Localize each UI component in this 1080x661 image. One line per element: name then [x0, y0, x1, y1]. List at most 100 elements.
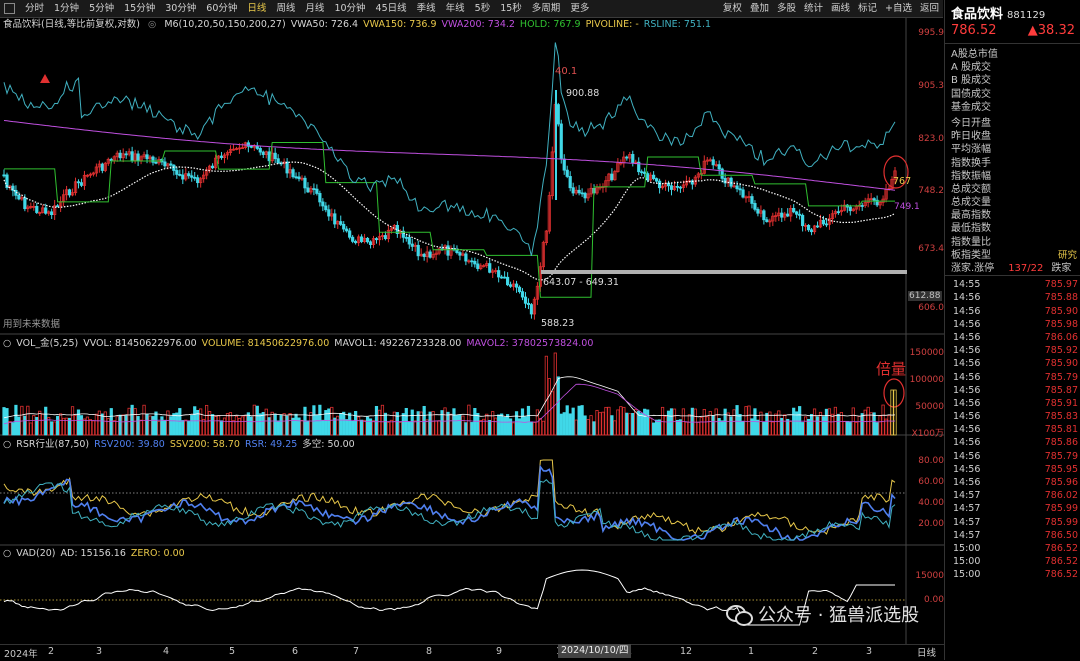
- volume-bar: [389, 419, 393, 436]
- volume-bar: [562, 412, 566, 436]
- volume-bar: [869, 412, 873, 436]
- volume-bar: [100, 413, 104, 436]
- candle-body: [488, 263, 492, 273]
- board-type-value: 研究: [1057, 249, 1077, 261]
- volume-bar: [50, 421, 54, 436]
- quote-field: 总成交额: [951, 183, 991, 195]
- volume-bar: [23, 415, 27, 436]
- candle-body: [464, 253, 468, 262]
- quote-field: 指数量比: [951, 236, 991, 248]
- volume-bar: [88, 419, 93, 436]
- tick-price: 785.95: [1044, 463, 1078, 475]
- candle-body: [404, 236, 408, 239]
- volume-bar: [801, 422, 805, 436]
- volume-bar: [41, 413, 45, 436]
- volume-bar: [744, 406, 748, 436]
- candle-body: [646, 173, 650, 181]
- volume-bar: [103, 411, 107, 436]
- time-axis-label: 6: [292, 646, 299, 657]
- candle-body: [848, 206, 852, 212]
- volume-bar: [792, 407, 796, 436]
- last-value-label: 767: [893, 176, 912, 187]
- candle-body: [786, 213, 790, 217]
- volume-bar: [726, 412, 730, 436]
- quote-panel: 食品饮料 881129 786.52 ▲38.32 A股总市值 A 股成交 B 股成…: [944, 0, 1080, 660]
- volume-bar: [523, 416, 528, 436]
- volume-bar: [863, 409, 867, 436]
- candle-body: [556, 104, 560, 125]
- time-axis-label: 3: [866, 646, 873, 657]
- volume-bar: [491, 411, 495, 436]
- volume-bar: [631, 413, 635, 436]
- volume-bar: [652, 422, 656, 436]
- volume-bar: [845, 420, 849, 436]
- volume-bar: [225, 413, 230, 436]
- candle-body: [526, 302, 531, 305]
- volume-bar: [777, 410, 781, 436]
- axis-current-value: 612.88: [908, 291, 942, 301]
- candle-body: [643, 171, 647, 174]
- candle-body: [762, 210, 766, 221]
- candle-body: [458, 252, 462, 256]
- candle-body: [145, 154, 149, 160]
- volume-bar: [175, 412, 179, 436]
- quote-field-list: A股总市值 A 股成交 B 股成交 国债成交 基金成交 今日开盘 昨日收盘 平均涨幅 指数换手指…: [945, 43, 1080, 249]
- volume-bar: [351, 420, 355, 436]
- tick-price: 785.83: [1044, 411, 1078, 423]
- tick-row: 14:56 785.86: [945, 436, 1080, 449]
- volume-bar: [666, 410, 671, 436]
- candle-body: [669, 185, 674, 190]
- volume-bar: [678, 419, 683, 436]
- index-price: 786.52: [951, 23, 997, 38]
- quote-field: A股总市值: [951, 49, 998, 60]
- candle-body: [35, 205, 39, 213]
- quote-field: 今日开盘: [951, 117, 991, 129]
- volume-bar: [756, 419, 760, 436]
- candle-body: [2, 174, 6, 177]
- volume-bar: [234, 415, 239, 436]
- candle-body: [196, 177, 200, 184]
- kline-chart[interactable]: [0, 0, 944, 660]
- volume-bar: [655, 419, 659, 436]
- volume-bar: [506, 414, 510, 436]
- volume-bar: [559, 413, 563, 436]
- volume-bar: [318, 404, 322, 436]
- tick-list[interactable]: 14:55 785.97 14:56 785.88 14:56 785.90 14:56 78…: [945, 276, 1080, 581]
- candle-body: [735, 185, 739, 190]
- volume-bar: [339, 413, 343, 436]
- candle-body: [506, 276, 510, 286]
- candle-body: [261, 151, 265, 155]
- volume-bar: [452, 408, 456, 436]
- candle-body: [657, 180, 662, 189]
- volume-bar: [73, 415, 78, 436]
- volume-bar: [732, 409, 736, 436]
- volume-bar: [315, 414, 319, 436]
- volume-bar: [79, 415, 84, 436]
- volume-bar: [848, 421, 852, 436]
- volume-bar: [398, 421, 402, 436]
- volume-bar: [517, 418, 522, 436]
- candle-body: [798, 213, 802, 216]
- volume-bar: [494, 417, 498, 436]
- volume-bar: [476, 412, 480, 436]
- candle-body: [792, 207, 796, 213]
- volume-bar: [774, 413, 778, 436]
- time-axis: 2024年23456789101112123: [0, 644, 944, 661]
- tick-time: 15:00: [953, 542, 981, 554]
- volume-bar: [243, 415, 247, 436]
- updown-value: 137/22: [1008, 263, 1044, 274]
- tick-price: 785.79: [1044, 371, 1078, 383]
- candle-body: [175, 170, 179, 175]
- quote-field: 最高指数: [951, 210, 991, 222]
- candle-body: [756, 208, 760, 214]
- volume-bar: [82, 418, 87, 436]
- watermark-text: 公众号 · 猛兽派选股: [758, 605, 920, 626]
- volume-bar: [237, 417, 242, 436]
- volume-bar: [401, 413, 405, 436]
- candle-body: [187, 173, 191, 177]
- tick-time: 14:56: [953, 384, 981, 396]
- candle-body: [294, 176, 298, 179]
- candle-body: [640, 171, 644, 174]
- volume-bar: [765, 412, 769, 436]
- candle-body: [750, 196, 754, 204]
